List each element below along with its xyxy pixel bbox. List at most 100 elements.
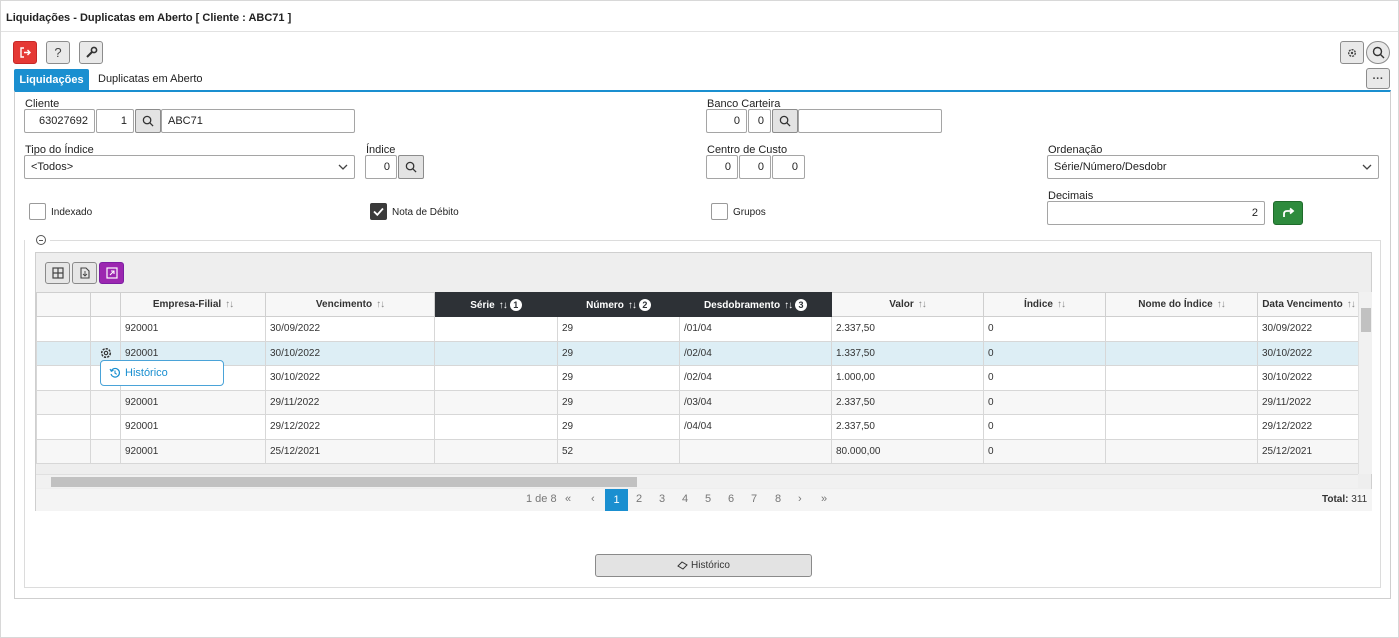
cell-valor: 1.000,00 <box>831 365 984 391</box>
cell-empresa: 920001 <box>120 414 266 440</box>
sort-order-badge: 1 <box>509 298 522 311</box>
cell-desdobramento: /02/04 <box>679 365 832 391</box>
collapse-section-icon[interactable] <box>36 235 46 245</box>
col-header-numero[interactable]: Número ↑↓ 2 <box>557 292 680 317</box>
expand-grid-button[interactable] <box>99 262 124 284</box>
total-count: Total: 311 <box>1322 494 1368 505</box>
cell-indice: 0 <box>983 389 1106 415</box>
cell-data-vencimento: 30/10/2022 <box>1257 340 1360 366</box>
cell-nome-indice <box>1105 316 1258 342</box>
decimais-input[interactable]: 2 <box>1047 201 1265 225</box>
col-header-blank-2 <box>90 292 121 317</box>
page-4-button[interactable]: 4 <box>682 493 688 505</box>
gear-icon[interactable] <box>99 346 113 360</box>
ordenacao-select[interactable]: Série/Número/Desdobr <box>1047 155 1379 179</box>
cell-data-vencimento: 29/12/2022 <box>1257 414 1360 440</box>
page-1-button[interactable]: 1 <box>605 489 628 511</box>
historico-context-menu-item[interactable]: Histórico <box>100 360 224 386</box>
carteira-input[interactable]: 0 <box>748 109 771 133</box>
row-cell-blank <box>36 340 91 366</box>
first-page-button[interactable]: « <box>565 493 571 505</box>
page-2-button[interactable]: 2 <box>636 493 642 505</box>
sort-icon: ↑↓ <box>1216 299 1226 310</box>
search-icon <box>1372 46 1384 59</box>
more-button[interactable]: ··· <box>1366 68 1390 89</box>
table-row[interactable]: 920001 25/12/2021 52 80.000,00 0 25/12/2… <box>36 438 1360 464</box>
prev-page-button[interactable]: ‹ <box>591 493 595 505</box>
page-7-button[interactable]: 7 <box>751 493 757 505</box>
exit-button[interactable] <box>13 41 37 64</box>
cliente-seq-input[interactable]: 1 <box>96 109 134 133</box>
nota-debito-checkbox[interactable] <box>370 203 387 220</box>
nota-debito-label: Nota de Débito <box>392 207 459 218</box>
col-header-vencimento[interactable]: Vencimento ↑↓ <box>265 292 435 317</box>
cell-empresa: 920001 <box>120 438 266 464</box>
page-5-button[interactable]: 5 <box>705 493 711 505</box>
page-3-button[interactable]: 3 <box>659 493 665 505</box>
table-row[interactable]: 920001 29/11/2022 29 /03/04 2.337,50 0 2… <box>36 389 1360 415</box>
sort-icon: ↑↓ <box>1056 299 1066 310</box>
table-row[interactable]: 30/10/2022 29 /02/04 1.000,00 0 30/10/20… <box>36 365 1360 391</box>
indice-input[interactable]: 0 <box>365 155 397 179</box>
tab-liquidacoes[interactable]: Liquidações <box>14 69 89 90</box>
ordenacao-value: Série/Número/Desdobr <box>1054 161 1167 173</box>
cliente-code-input[interactable]: 63027692 <box>24 109 95 133</box>
col-header-data-vencimento[interactable]: Data Vencimento ↑↓ <box>1257 292 1360 317</box>
grid-table: Empresa-Filial ↑↓ Vencimento ↑↓ Série ↑↓ 1 N… <box>36 292 1360 464</box>
file-icon <box>79 267 90 279</box>
col-header-desdobramento[interactable]: Desdobramento ↑↓ 3 <box>679 292 832 317</box>
sort-asc-icon: ↑↓ <box>627 299 637 311</box>
centro-custo-3-input[interactable]: 0 <box>772 155 805 179</box>
cell-numero: 29 <box>557 365 680 391</box>
banco-desc-input[interactable] <box>798 109 942 133</box>
search-button[interactable] <box>1366 41 1390 64</box>
cell-vencimento: 30/10/2022 <box>265 340 435 366</box>
centro-custo-1-input[interactable]: 0 <box>706 155 738 179</box>
grid-icon <box>51 267 64 279</box>
banco-input[interactable]: 0 <box>706 109 747 133</box>
sort-asc-icon: ↑↓ <box>784 299 793 311</box>
table-row[interactable]: 920001 29/12/2022 29 /04/04 2.337,50 0 2… <box>36 414 1360 440</box>
export-file-button[interactable] <box>72 262 97 284</box>
col-header-indice[interactable]: Índice ↑↓ <box>983 292 1106 317</box>
grupos-checkbox[interactable] <box>711 203 728 220</box>
search-icon <box>779 115 791 127</box>
banco-search-button[interactable] <box>772 109 798 133</box>
cell-serie <box>434 414 558 440</box>
cliente-name-input[interactable]: ABC71 <box>161 109 355 133</box>
horizontal-scroll-thumb[interactable] <box>51 477 637 487</box>
row-action-cell <box>90 316 121 342</box>
cliente-search-button[interactable] <box>135 109 161 133</box>
col-header-blank-1 <box>36 292 91 317</box>
cell-serie <box>434 438 558 464</box>
next-page-button[interactable]: › <box>798 493 802 505</box>
historico-button[interactable]: Histórico <box>595 554 812 577</box>
cell-vencimento: 30/09/2022 <box>265 316 435 342</box>
table-row[interactable]: 920001 30/09/2022 29 /01/04 2.337,50 0 3… <box>36 316 1360 342</box>
col-header-empresa-filial[interactable]: Empresa-Filial ↑↓ <box>120 292 266 317</box>
pagination: 1 de 8 « ‹ 1 2 3 4 5 6 7 8 › » Total: 31… <box>36 489 1372 511</box>
col-header-valor[interactable]: Valor ↑↓ <box>831 292 984 317</box>
apply-button[interactable] <box>1273 201 1303 225</box>
centro-custo-2-input[interactable]: 0 <box>739 155 771 179</box>
col-header-serie[interactable]: Série ↑↓ 1 <box>434 292 558 317</box>
horizontal-scrollbar[interactable] <box>36 474 1358 488</box>
page-8-button[interactable]: 8 <box>775 493 781 505</box>
indice-search-button[interactable] <box>398 155 424 179</box>
indexado-checkbox[interactable] <box>29 203 46 220</box>
tools-button[interactable] <box>79 41 103 64</box>
vertical-scrollbar[interactable] <box>1358 292 1372 474</box>
grid-layout-button[interactable] <box>45 262 70 284</box>
cell-nome-indice <box>1105 340 1258 366</box>
cell-desdobramento: /02/04 <box>679 340 832 366</box>
tab-duplicatas-em-aberto[interactable]: Duplicatas em Aberto <box>98 73 203 85</box>
last-page-button[interactable]: » <box>821 493 827 505</box>
tipo-indice-select[interactable]: <Todos> <box>24 155 355 179</box>
settings-button[interactable] <box>1340 41 1364 64</box>
col-header-nome-indice[interactable]: Nome do Índice ↑↓ <box>1105 292 1258 317</box>
cell-nome-indice <box>1105 389 1258 415</box>
table-row[interactable]: 920001 30/10/2022 29 /02/04 1.337,50 0 3… <box>36 340 1360 366</box>
vertical-scroll-thumb[interactable] <box>1361 308 1371 332</box>
help-button[interactable]: ? <box>46 41 70 64</box>
page-6-button[interactable]: 6 <box>728 493 734 505</box>
